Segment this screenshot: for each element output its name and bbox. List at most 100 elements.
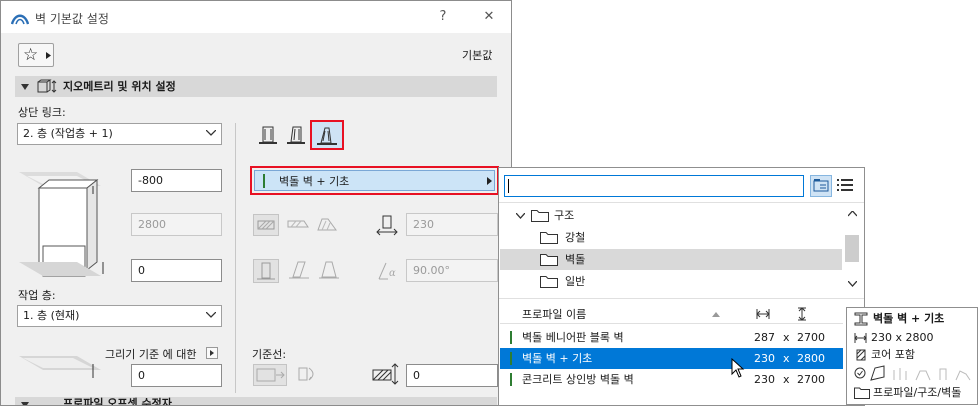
reference-offset-input[interactable]: 0	[406, 364, 498, 387]
profile-name: 벽돌 벽 + 기초	[522, 352, 593, 365]
relative-to-menu-button[interactable]	[206, 347, 218, 359]
profile-width: 230	[754, 352, 775, 365]
top-link-dropdown[interactable]: 2. 층 (작업층 + 1)	[17, 123, 222, 145]
checkmark-circle-icon	[854, 367, 866, 379]
relative-offset-input[interactable]: 0	[131, 364, 222, 387]
title-bar: 벽 기본값 설정 ? ✕	[1, 1, 511, 33]
wall-height-input: 2800	[131, 213, 222, 236]
profile-width: 230	[754, 373, 775, 386]
tree-label: 일반	[565, 275, 586, 288]
folder-tree: 구조 강철 벽돌 일반	[499, 202, 864, 294]
thickness-icon	[376, 214, 398, 236]
tree-scrollbar[interactable]	[844, 203, 861, 295]
profile-marker-icon	[263, 174, 265, 188]
reference-offset-icon	[371, 362, 403, 386]
top-link-label: 상단 링크:	[18, 106, 66, 119]
reference-line-outside-icon	[253, 364, 287, 386]
mouse-cursor-icon	[731, 358, 745, 378]
height-column-icon[interactable]	[797, 307, 807, 321]
bottom-offset-input[interactable]: 0	[131, 259, 222, 282]
profile-list: 프로파일 이름 벽돌 베니어판 블록 벽 287 x 2700 벽돌 벽 + 기…	[499, 298, 864, 406]
tooltip-size: 230 x 2800	[871, 331, 934, 344]
submenu-arrow-icon	[487, 177, 492, 185]
app-logo-icon	[11, 9, 29, 25]
star-icon: ☆	[23, 45, 39, 65]
small-arrow-right-icon	[46, 52, 51, 59]
collapse-triangle-icon	[21, 402, 29, 405]
dialog-title: 벽 기본값 설정	[35, 12, 109, 26]
help-button[interactable]: ?	[433, 7, 453, 27]
slanted-wall-icon	[287, 259, 311, 283]
tooltip-name: 벽돌 벽 + 기초	[873, 312, 945, 325]
profile-name: 벽돌 베니어판 블록 벽	[522, 331, 624, 344]
dimension-separator: x	[783, 373, 790, 386]
chevron-down-icon	[206, 312, 216, 318]
profile-height: 2700	[797, 373, 825, 386]
home-story-label: 작업 층:	[18, 289, 56, 302]
width-column-icon[interactable]	[756, 308, 770, 320]
list-item[interactable]: 콘크리트 상인방 벽돌 벽 230 x 2700	[500, 369, 843, 390]
folder-view-icon[interactable]	[810, 175, 832, 197]
list-item[interactable]: 벽돌 벽 + 기초 230 x 2800	[500, 348, 843, 369]
vertical-wall-icon	[253, 259, 279, 283]
folder-icon	[854, 387, 872, 400]
reference-line-label: 기준선:	[252, 348, 287, 361]
profile-search-input[interactable]	[504, 175, 804, 197]
profile-offset-section-header[interactable]: 프로파일 오프셋 수정자	[15, 397, 497, 405]
relative-to-label: 그리기 기준 에 대한	[105, 348, 197, 361]
core-icon	[856, 349, 866, 361]
profile-marker-icon	[510, 331, 512, 344]
list-item[interactable]: 벽돌 베니어판 블록 벽 287 x 2700	[500, 327, 843, 348]
collapse-triangle-icon	[21, 84, 29, 90]
top-link-value: 2. 층 (작업층 + 1)	[23, 127, 113, 140]
profile-picker-popup: 구조 강철 벽돌 일반 프로파일 이름 벽돌 베니어판 블록 벽 287 x 2…	[498, 167, 865, 406]
profile-structure-icon	[314, 214, 340, 236]
profile-height: 2700	[797, 331, 825, 344]
thickness-input: 230	[406, 213, 498, 236]
column-header-name[interactable]: 프로파일 이름	[522, 306, 586, 324]
profile-i-beam-icon	[854, 312, 868, 326]
tree-row[interactable]: 벽돌	[500, 249, 842, 270]
folder-icon	[540, 231, 558, 244]
favorites-button[interactable]: ☆	[18, 43, 54, 67]
profile-selector[interactable]: 벽돌 벽 + 기초	[250, 166, 499, 195]
tree-row[interactable]: 강철	[500, 227, 842, 248]
tree-row[interactable]: 구조	[500, 205, 842, 226]
profiled-wall-icon[interactable]	[310, 120, 344, 150]
profile-height: 2800	[797, 352, 825, 365]
chevron-down-icon	[516, 213, 525, 219]
usage-icons	[870, 365, 974, 381]
default-label: 기본값	[462, 49, 493, 62]
dimension-separator: x	[783, 331, 790, 344]
list-view-icon[interactable]	[836, 177, 856, 195]
svg-text:α: α	[389, 268, 396, 279]
top-offset-input[interactable]: -800	[131, 169, 222, 192]
list-header: 프로파일 이름	[500, 306, 843, 324]
scrollbar-thumb[interactable]	[845, 235, 859, 262]
geometry-section-header[interactable]: 지오메트리 및 위치 설정	[15, 76, 497, 97]
column-divider	[235, 123, 236, 393]
tree-row[interactable]: 일반	[500, 271, 842, 292]
tree-label: 구조	[554, 209, 575, 222]
profile-tooltip: 벽돌 벽 + 기초 230 x 2800 코어 포함 프로파일/구조/벽돌	[846, 307, 978, 405]
profile-name: 콘크리트 상인방 벽돌 벽	[522, 373, 634, 386]
close-button[interactable]: ✕	[479, 7, 499, 27]
profile-offset-section-title: 프로파일 오프셋 수정자	[63, 397, 172, 406]
trapezoid-wall-icon[interactable]	[285, 123, 307, 147]
flip-reference-icon	[295, 364, 321, 386]
tree-label: 강철	[565, 231, 586, 244]
slant-angle-input: 90.00°	[406, 259, 498, 282]
straight-wall-icon[interactable]	[257, 123, 279, 147]
slant-angle-icon: α	[376, 259, 402, 283]
sort-ascending-icon	[712, 312, 720, 317]
profile-marker-icon	[510, 373, 512, 386]
tooltip-path: 프로파일/구조/벽돌	[873, 386, 962, 399]
double-slanted-wall-icon	[317, 259, 341, 283]
dimension-separator: x	[783, 352, 790, 365]
chevron-down-icon[interactable]	[848, 281, 857, 287]
home-story-dropdown[interactable]: 1. 층 (현재)	[17, 305, 222, 327]
chevron-up-icon[interactable]	[848, 211, 857, 217]
wall-default-settings-dialog: 벽 기본값 설정 ? ✕ ☆ 기본값 지오메트리 및 위치 설정 상단 링크: …	[0, 0, 512, 406]
home-story-value: 1. 층 (현재)	[23, 309, 80, 322]
geometry-section-title: 지오메트리 및 위치 설정	[63, 80, 176, 93]
